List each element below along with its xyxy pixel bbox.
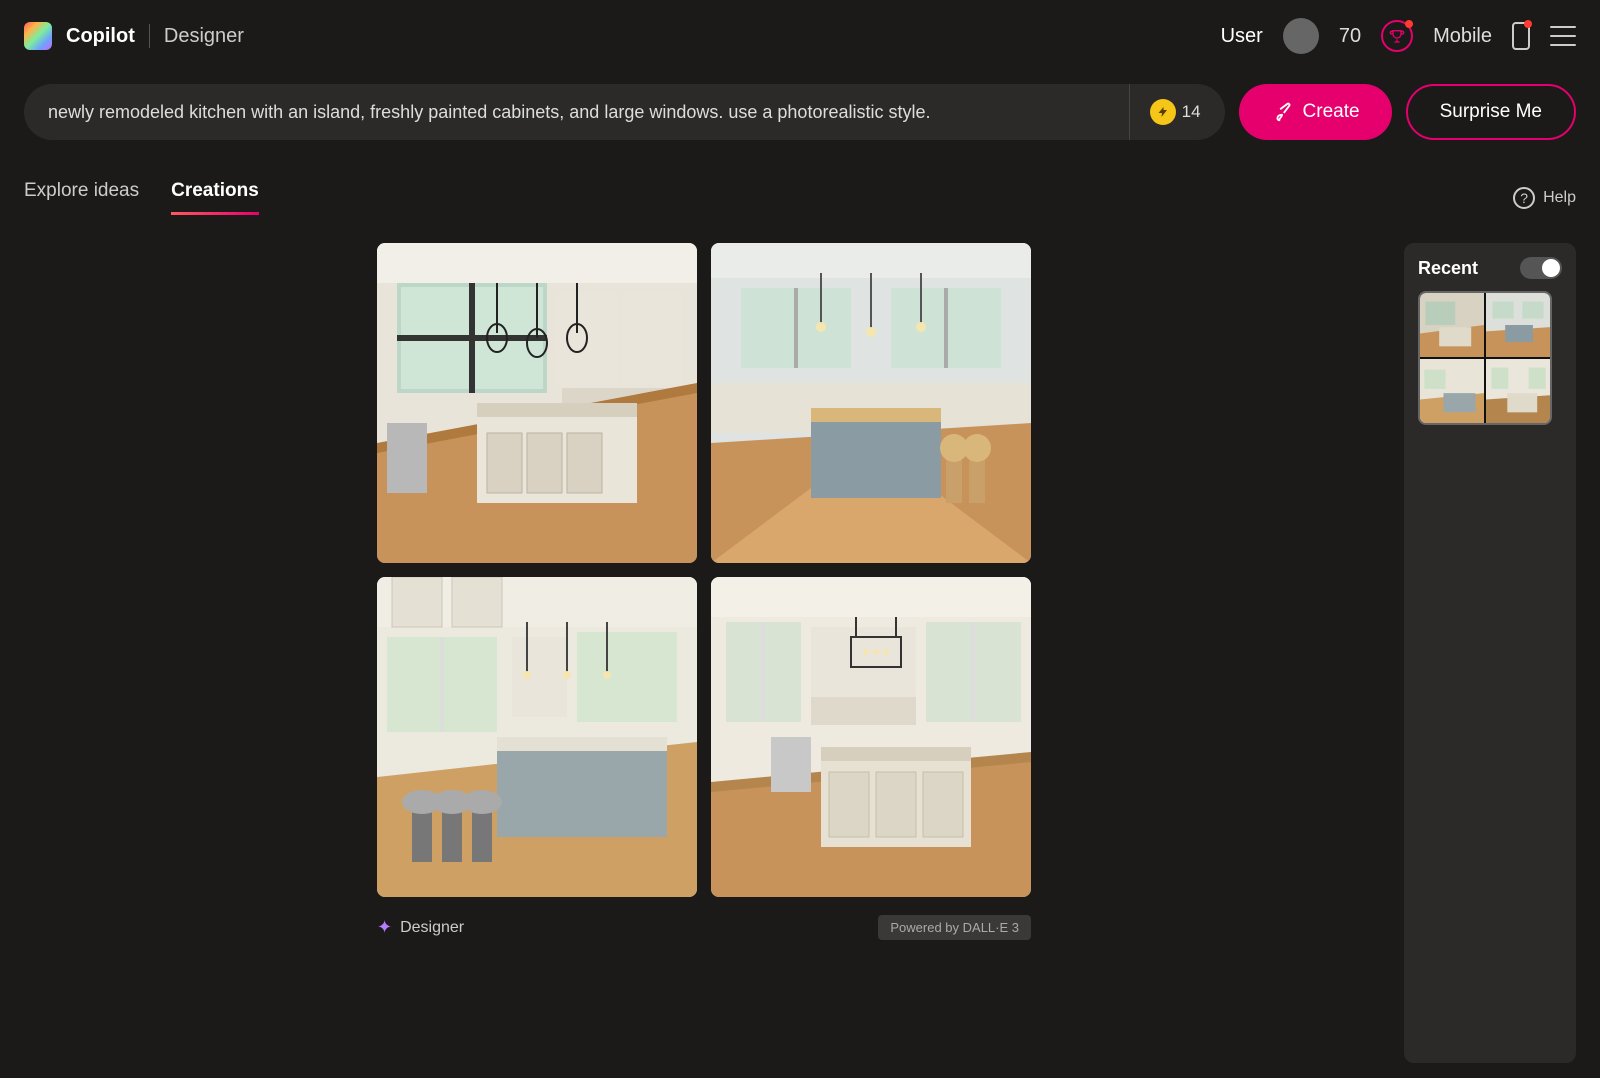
- tab-explore[interactable]: Explore ideas: [24, 180, 139, 215]
- create-button[interactable]: Create: [1239, 84, 1392, 140]
- tabs-row: Explore ideas Creations ? Help: [0, 180, 1600, 215]
- powered-by-chip: Powered by DALL·E 3: [878, 915, 1031, 940]
- brush-icon: [1271, 101, 1293, 123]
- header: Copilot Designer User 70 Mobile: [0, 0, 1600, 72]
- generated-image-4[interactable]: [711, 577, 1031, 897]
- rewards-button[interactable]: [1381, 20, 1413, 52]
- prompt-row: 14 Create Surprise Me: [0, 84, 1600, 140]
- header-right: User 70 Mobile: [1221, 18, 1576, 54]
- app-subtitle: Designer: [164, 25, 244, 48]
- prompt-box: 14: [24, 84, 1225, 140]
- image-grid: [377, 243, 1031, 897]
- mobile-icon[interactable]: [1512, 22, 1530, 50]
- recent-toggle[interactable]: [1520, 257, 1562, 279]
- create-label: Create: [1303, 101, 1360, 123]
- gallery-footer: ✦ Designer Powered by DALL·E 3: [377, 915, 1031, 940]
- designer-tag: ✦ Designer: [377, 917, 464, 938]
- gallery: ✦ Designer Powered by DALL·E 3: [24, 243, 1384, 1063]
- generated-image-2[interactable]: [711, 243, 1031, 563]
- header-left: Copilot Designer: [24, 22, 244, 50]
- copilot-logo-icon: [24, 22, 52, 50]
- generated-image-3[interactable]: [377, 577, 697, 897]
- divider: [149, 24, 150, 48]
- help-button[interactable]: ? Help: [1513, 187, 1576, 209]
- main-area: ✦ Designer Powered by DALL·E 3 Recent: [0, 243, 1600, 1063]
- mobile-label: Mobile: [1433, 25, 1492, 48]
- help-icon: ?: [1513, 187, 1535, 209]
- boost-chip[interactable]: 14: [1129, 84, 1217, 140]
- user-avatar[interactable]: [1283, 18, 1319, 54]
- designer-label: Designer: [400, 919, 464, 937]
- recent-thumbnail[interactable]: [1418, 291, 1552, 425]
- recent-sidebar: Recent: [1404, 243, 1576, 1063]
- help-label: Help: [1543, 189, 1576, 207]
- points-count: 70: [1339, 25, 1361, 48]
- tab-creations[interactable]: Creations: [171, 180, 259, 215]
- generated-image-1[interactable]: [377, 243, 697, 563]
- prompt-input[interactable]: [48, 102, 1129, 123]
- menu-button[interactable]: [1550, 26, 1576, 46]
- surprise-label: Surprise Me: [1440, 101, 1542, 122]
- bolt-icon: [1150, 99, 1176, 125]
- tabs: Explore ideas Creations: [24, 180, 259, 215]
- app-name: Copilot: [66, 25, 135, 48]
- recent-title: Recent: [1418, 258, 1478, 279]
- user-label: User: [1221, 25, 1263, 48]
- recent-header: Recent: [1418, 257, 1562, 279]
- boost-count: 14: [1182, 102, 1201, 122]
- trophy-icon: [1389, 28, 1405, 44]
- surprise-button[interactable]: Surprise Me: [1406, 84, 1576, 140]
- sparkle-icon: ✦: [377, 917, 392, 938]
